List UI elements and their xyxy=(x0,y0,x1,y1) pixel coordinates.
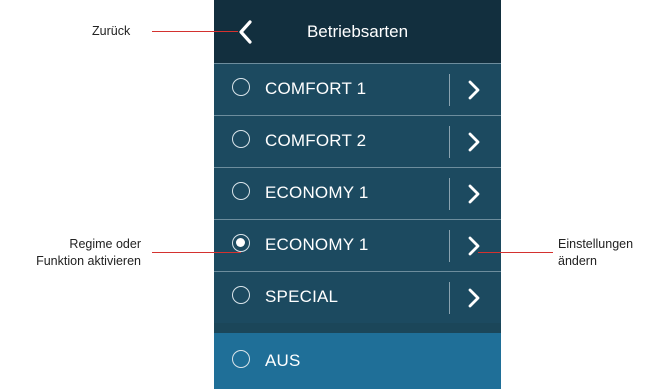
mode-settings-button[interactable] xyxy=(466,287,482,309)
annotation-settings: Einstellungen ändern xyxy=(558,236,633,270)
annotation-line-settings xyxy=(478,252,553,254)
mode-label: SPECIAL xyxy=(265,287,339,306)
header-bar: Betriebsarten xyxy=(214,0,501,63)
chevron-right-icon xyxy=(468,288,480,308)
row-divider xyxy=(449,282,450,314)
annotation-line-activate xyxy=(152,252,241,254)
mode-radio[interactable] xyxy=(232,130,250,148)
mode-label: ECONOMY 1 xyxy=(265,235,369,254)
mode-settings-button[interactable] xyxy=(466,235,482,257)
row-divider xyxy=(449,74,450,106)
mode-settings-button[interactable] xyxy=(466,183,482,205)
mode-radio-selected[interactable] xyxy=(232,234,250,252)
row-divider xyxy=(449,230,450,262)
mode-row-aus[interactable]: AUS xyxy=(214,333,501,389)
mode-label: AUS xyxy=(265,351,301,370)
chevron-right-icon xyxy=(468,236,480,256)
mode-panel: Betriebsarten COMFORT 1 COMFORT 2 ECONOM… xyxy=(214,0,501,389)
mode-radio[interactable] xyxy=(232,286,250,304)
annotation-activate-line2: Funktion aktivieren xyxy=(36,254,141,268)
mode-row-special[interactable]: SPECIAL xyxy=(214,271,501,323)
annotation-settings-line1: Einstellungen xyxy=(558,237,634,251)
chevron-right-icon xyxy=(468,132,480,152)
chevron-right-icon xyxy=(468,184,480,204)
mode-label: COMFORT 1 xyxy=(265,79,367,98)
annotation-activate: Regime oder Funktion aktivieren xyxy=(0,236,141,270)
row-divider xyxy=(449,178,450,210)
mode-row-comfort-2[interactable]: COMFORT 2 xyxy=(214,115,501,167)
annotation-activate-line1: Regime oder xyxy=(69,237,141,251)
annotation-back: Zurück xyxy=(92,24,131,38)
mode-radio[interactable] xyxy=(232,78,250,96)
mode-radio[interactable] xyxy=(232,350,250,368)
mode-row-comfort-1[interactable]: COMFORT 1 xyxy=(214,63,501,115)
mode-row-economy-1[interactable]: ECONOMY 1 xyxy=(214,167,501,219)
mode-row-economy-1-selected[interactable]: ECONOMY 1 xyxy=(214,219,501,271)
annotation-settings-line2: ändern xyxy=(558,254,597,268)
mode-label: ECONOMY 1 xyxy=(265,183,369,202)
annotation-line-back xyxy=(152,31,238,33)
chevron-right-icon xyxy=(468,80,480,100)
mode-settings-button[interactable] xyxy=(466,79,482,101)
row-divider xyxy=(449,126,450,158)
mode-radio[interactable] xyxy=(232,182,250,200)
mode-settings-button[interactable] xyxy=(466,131,482,153)
mode-label: COMFORT 2 xyxy=(265,131,367,150)
